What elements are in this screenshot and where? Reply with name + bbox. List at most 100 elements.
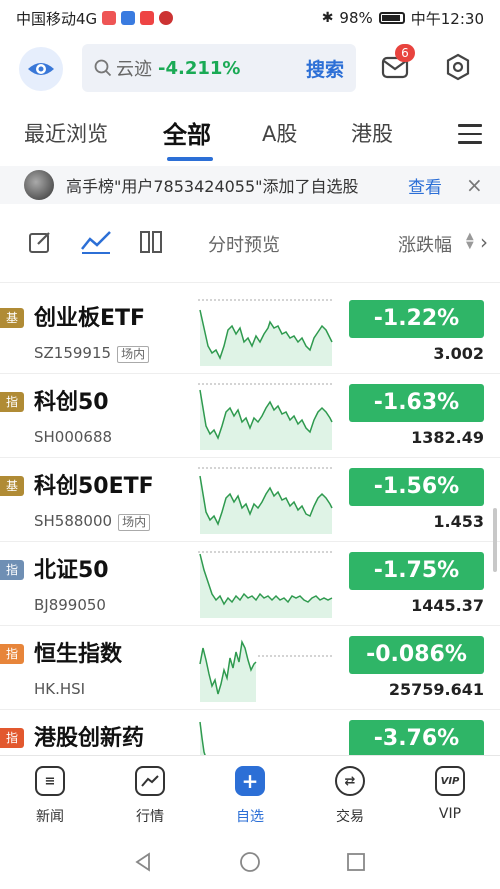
- last-price: 3.002: [433, 344, 484, 363]
- market-chart-icon: [135, 766, 165, 796]
- system-navigation-bar: [0, 835, 500, 889]
- notice-view-link[interactable]: 查看: [408, 173, 442, 198]
- sparkline-chart: [198, 383, 334, 450]
- close-icon[interactable]: ×: [466, 173, 483, 197]
- recents-icon[interactable]: [345, 851, 367, 873]
- index-tag: 指: [0, 728, 24, 748]
- change-percent-badge[interactable]: -1.75%: [349, 552, 484, 590]
- tab-recent[interactable]: 最近浏览: [24, 118, 108, 148]
- list-toolbar: 分时预览 涨跌幅 ▲ ▼ ›: [0, 220, 500, 266]
- plus-icon: +: [235, 766, 265, 796]
- stock-code: SZ159915 场内: [34, 344, 150, 363]
- nav-label: 自选: [236, 809, 264, 825]
- chevron-right-icon[interactable]: ›: [480, 230, 488, 254]
- sparkline-chart: [199, 721, 206, 755]
- change-percent-badge[interactable]: -1.63%: [349, 384, 484, 422]
- status-bar: 中国移动4G ✱ 98% 中午12:30: [0, 0, 500, 36]
- bottom-navigation: ≡ 新闻 行情 + 自选 ⇄ 交易 VIP VIP: [0, 755, 500, 836]
- notice-bar: 高手榜"用户7853424055"添加了自选股 查看 ×: [0, 166, 500, 204]
- change-percent-badge[interactable]: -0.086%: [349, 636, 484, 674]
- fund-tag: 基: [0, 476, 24, 496]
- vip-icon: VIP: [435, 766, 465, 796]
- market-badge: 场内: [117, 346, 150, 363]
- sparkline-chart: [198, 551, 334, 618]
- table-row[interactable]: 指 港股创新药 -3.76%: [0, 710, 500, 755]
- stock-code: BJ899050: [34, 596, 106, 614]
- app-notification-icon: [102, 11, 117, 25]
- top-bar: 云迹 -4.211% 搜索 6: [0, 44, 500, 94]
- change-percent-badge[interactable]: -1.22%: [349, 300, 484, 338]
- table-row[interactable]: 基 创业板ETF SZ159915 场内 -1.22% 3.002: [0, 290, 500, 374]
- nav-label: 交易: [336, 809, 364, 825]
- change-percent-badge[interactable]: -1.56%: [349, 468, 484, 506]
- stock-name: 科创50ETF: [34, 474, 154, 499]
- stock-code: SH000688: [34, 428, 113, 446]
- search-icon: [94, 59, 112, 77]
- search-button[interactable]: 搜索: [306, 55, 344, 82]
- last-price: 1445.37: [411, 596, 484, 615]
- stock-code: SH588000 场内: [34, 512, 151, 531]
- stock-name: 北证50: [34, 558, 109, 583]
- app-notification-icon: [159, 11, 174, 25]
- line-chart-view-icon[interactable]: [80, 229, 112, 255]
- stock-name: 港股创新药: [34, 726, 145, 751]
- bluetooth-icon: ✱: [321, 10, 334, 26]
- battery-icon: [378, 12, 405, 24]
- timeshare-preview-label[interactable]: 分时预览: [208, 231, 280, 257]
- search-placeholder-stock: 云迹: [116, 59, 152, 80]
- tab-hk-shares[interactable]: 港股: [351, 118, 393, 148]
- divider: [0, 282, 500, 283]
- sparkline-chart: [198, 467, 334, 534]
- app-logo-eye-icon[interactable]: [19, 47, 63, 91]
- last-price: 1.453: [433, 512, 484, 531]
- nav-market[interactable]: 行情: [120, 766, 180, 826]
- stock-name: 恒生指数: [34, 642, 123, 667]
- app-notification-icon: [121, 11, 136, 25]
- back-icon[interactable]: [132, 851, 154, 873]
- clock: 中午12:30: [410, 9, 484, 28]
- table-row[interactable]: 基 科创50ETF SH588000 场内 -1.56% 1.453: [0, 458, 500, 542]
- tab-a-shares[interactable]: A股: [262, 118, 297, 148]
- app-notification-icon: [140, 11, 155, 25]
- nav-trade[interactable]: ⇄ 交易: [320, 766, 380, 826]
- last-price: 1382.49: [411, 428, 484, 447]
- watchlist: 基 创业板ETF SZ159915 场内 -1.22% 3.002 指 科创50 …: [0, 290, 500, 755]
- market-badge: 场内: [118, 514, 151, 531]
- fund-tag: 基: [0, 308, 24, 328]
- scrollbar[interactable]: [493, 508, 497, 572]
- edit-icon[interactable]: [27, 229, 53, 255]
- search-input[interactable]: 云迹 -4.211% 搜索: [82, 44, 356, 92]
- last-price: 25759.641: [388, 680, 484, 699]
- tab-all[interactable]: 全部: [163, 115, 211, 150]
- nav-vip[interactable]: VIP VIP: [420, 766, 480, 822]
- stock-name: 创业板ETF: [34, 306, 146, 331]
- home-icon[interactable]: [239, 851, 261, 873]
- table-row[interactable]: 指 北证50 BJ899050 -1.75% 1445.37: [0, 542, 500, 626]
- nav-watchlist[interactable]: + 自选: [220, 766, 280, 826]
- sparkline-chart: [199, 639, 334, 702]
- change-percent-badge[interactable]: -3.76%: [349, 720, 484, 755]
- sort-arrows-icon: ▲ ▼: [466, 231, 474, 251]
- carrier-label: 中国移动4G: [16, 9, 98, 28]
- stock-name: 科创50: [34, 390, 109, 415]
- settings-gear-icon[interactable]: [443, 52, 473, 82]
- table-row[interactable]: 指 恒生指数 HK.HSI -0.086% 25759.641: [0, 626, 500, 710]
- index-tag: 指: [0, 392, 24, 412]
- sort-by-change-button[interactable]: 涨跌幅: [398, 231, 452, 257]
- news-icon: ≡: [35, 766, 65, 796]
- table-row[interactable]: 指 科创50 SH000688 -1.63% 1382.49: [0, 374, 500, 458]
- menu-icon[interactable]: [458, 124, 482, 144]
- card-view-icon[interactable]: [139, 229, 163, 255]
- avatar: [24, 170, 54, 200]
- index-tag: 指: [0, 644, 24, 664]
- battery-percent: 98%: [339, 9, 373, 27]
- category-tabs: 最近浏览 全部 A股 港股: [0, 110, 500, 161]
- nav-label: 行情: [136, 809, 164, 825]
- active-tab-indicator: [167, 157, 213, 161]
- nav-label: VIP: [438, 806, 462, 822]
- index-tag: 指: [0, 560, 24, 580]
- sparkline-chart: [198, 299, 334, 366]
- nav-news[interactable]: ≡ 新闻: [20, 766, 80, 826]
- nav-label: 新闻: [36, 809, 64, 825]
- notice-text: 高手榜"用户7853424055"添加了自选股: [66, 177, 359, 196]
